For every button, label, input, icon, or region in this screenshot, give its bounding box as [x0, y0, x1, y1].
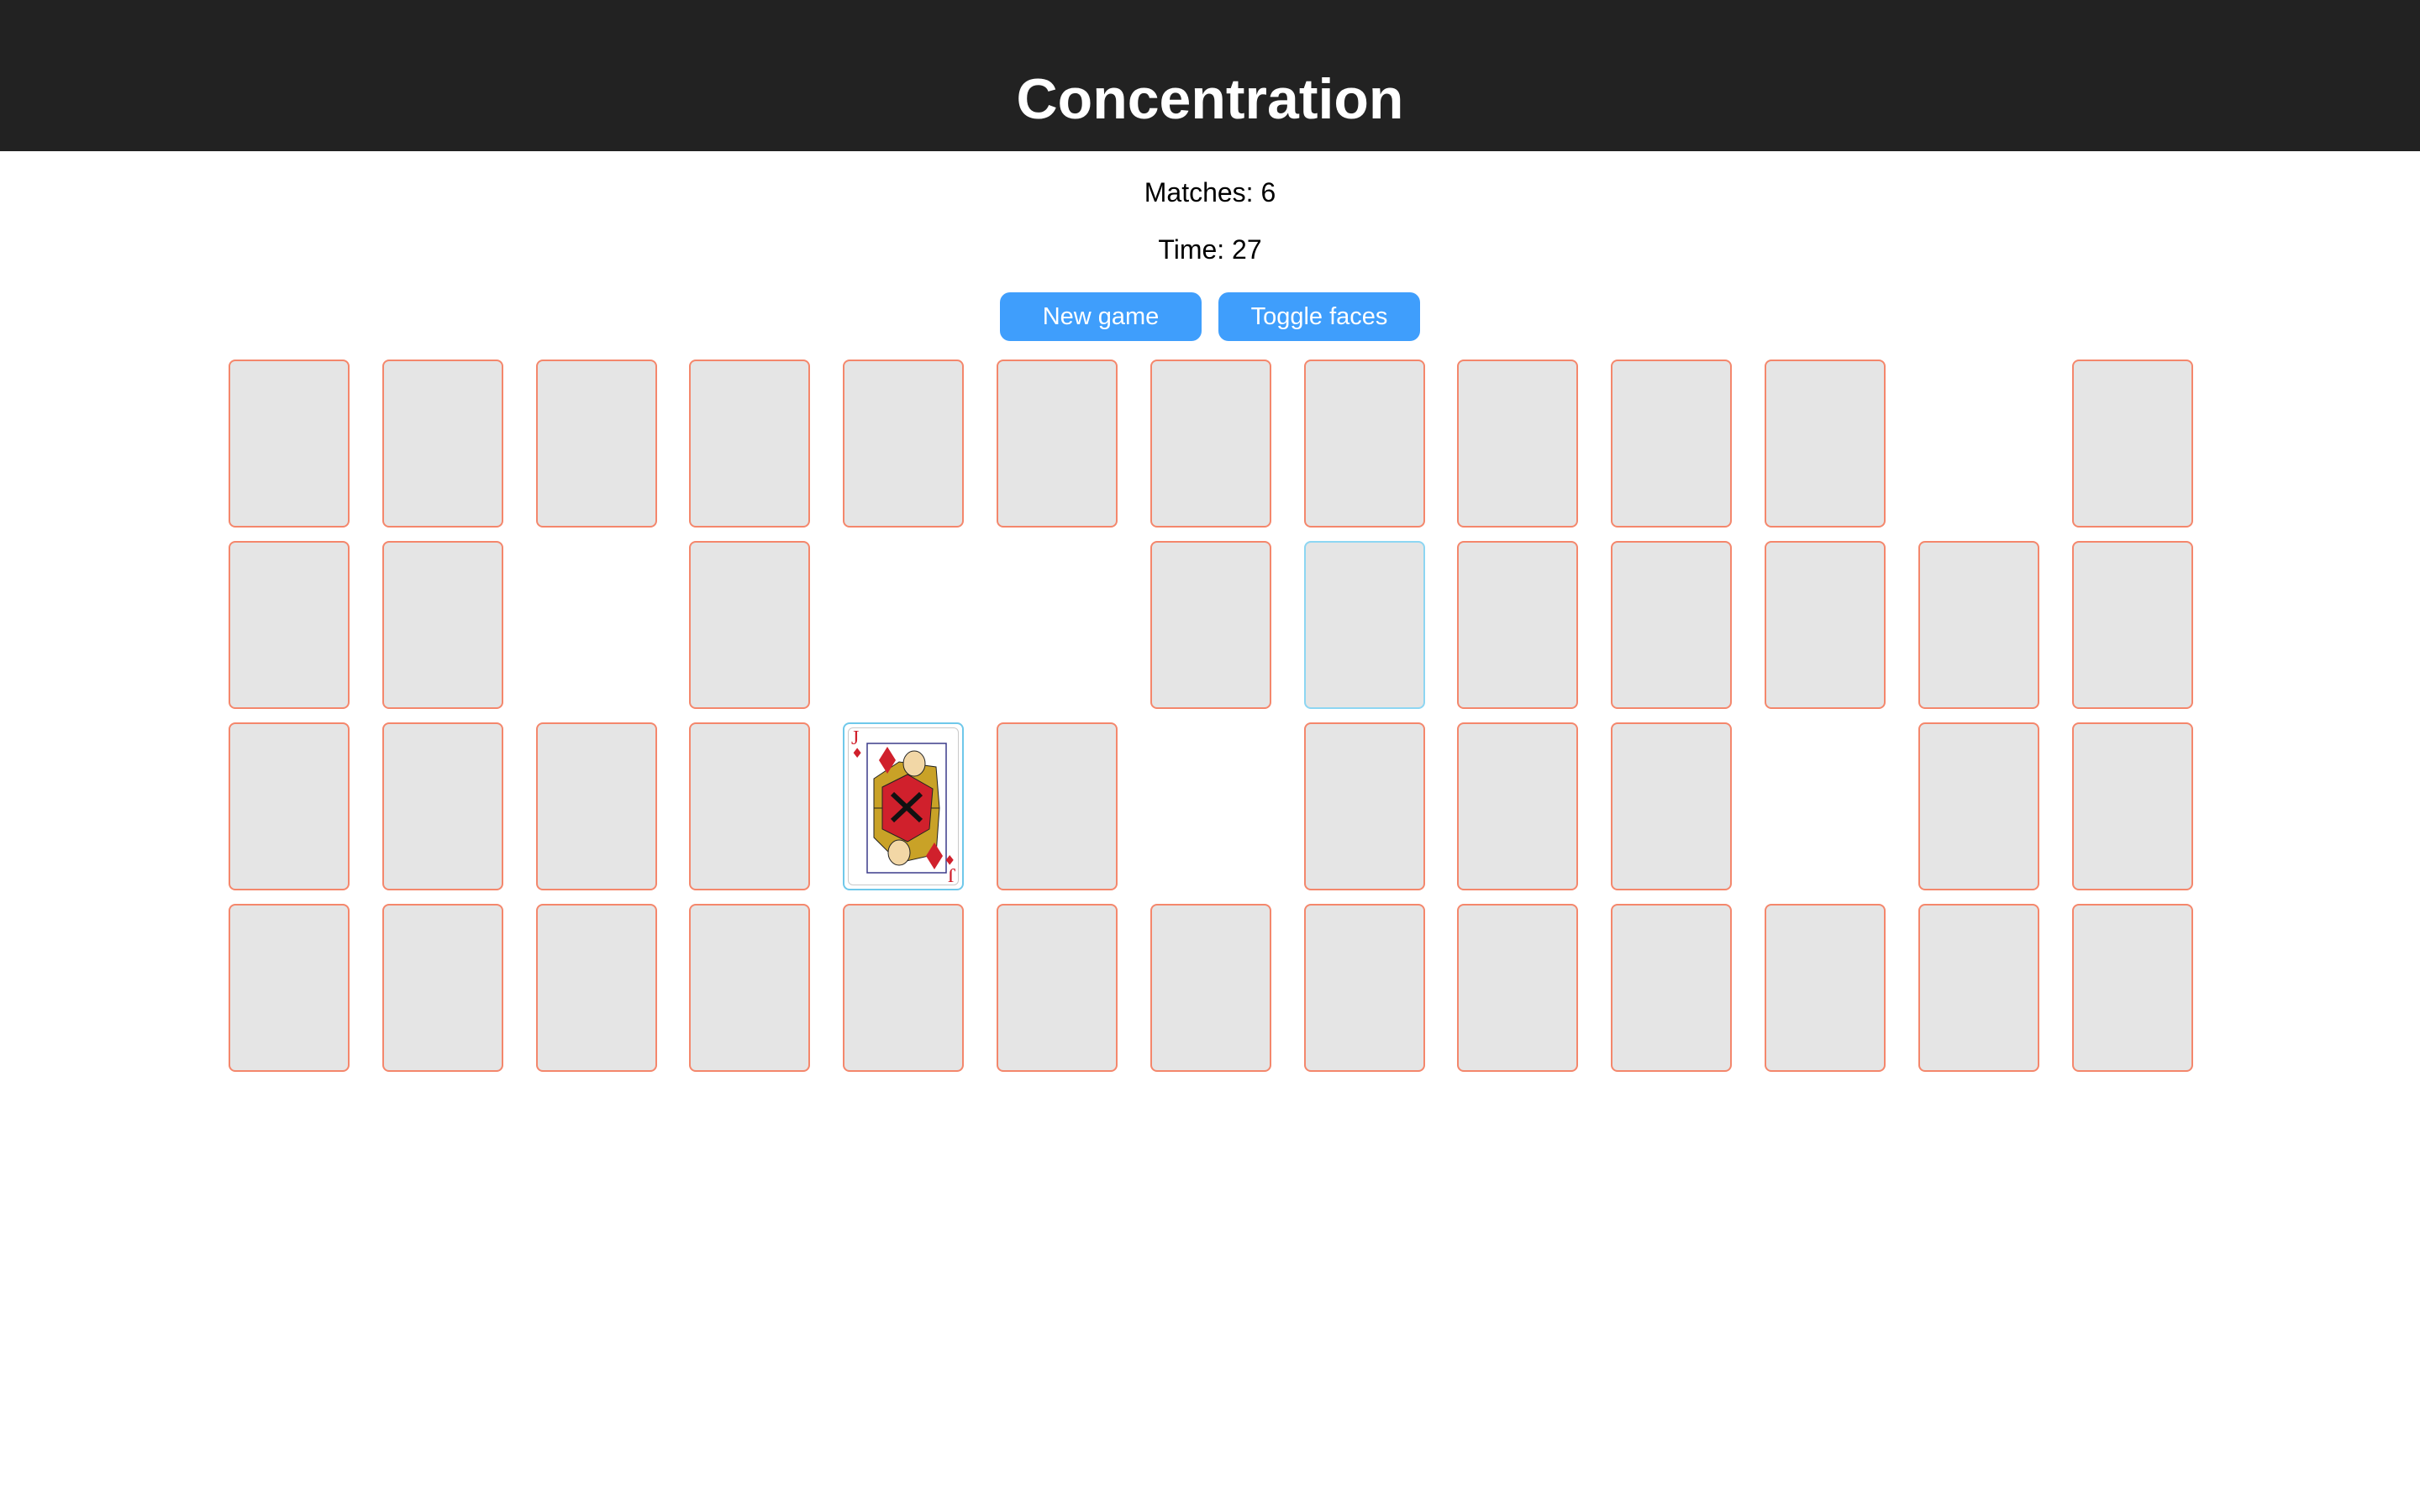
card-face-down[interactable] — [689, 360, 810, 528]
card-face-down[interactable] — [1611, 541, 1732, 709]
card-face-up[interactable]: J ♦ J ♦ — [843, 722, 964, 890]
card-face-down[interactable] — [1611, 722, 1732, 890]
card-face-down[interactable] — [689, 722, 810, 890]
card-face-down[interactable] — [229, 360, 350, 528]
card-face-down[interactable] — [536, 904, 657, 1072]
card-face-down[interactable] — [689, 904, 810, 1072]
card-face-down[interactable] — [1611, 360, 1732, 528]
card-face-down[interactable] — [997, 904, 1118, 1072]
card-face-down[interactable] — [1457, 541, 1578, 709]
card-face-down[interactable] — [1918, 904, 2039, 1072]
card-face-down[interactable] — [2072, 904, 2193, 1072]
page-title: Concentration — [1016, 67, 1404, 131]
card-face-down[interactable] — [382, 904, 503, 1072]
card-face-down[interactable] — [1304, 722, 1425, 890]
card-face-down[interactable] — [536, 360, 657, 528]
card-face-down[interactable] — [843, 360, 964, 528]
card-face-down[interactable] — [1150, 904, 1271, 1072]
card-face-down[interactable] — [1457, 904, 1578, 1072]
card-face-down[interactable] — [1150, 360, 1271, 528]
card-face-down[interactable] — [1457, 722, 1578, 890]
card-face: J ♦ J ♦ — [848, 727, 959, 885]
card-face-down[interactable] — [1918, 722, 2039, 890]
card-face-down[interactable] — [997, 722, 1118, 890]
card-face-down[interactable] — [2072, 722, 2193, 890]
card-suit-top: ♦ — [851, 745, 864, 761]
card-face-down[interactable] — [382, 722, 503, 890]
card-face-down[interactable] — [1611, 904, 1732, 1072]
card-face-down[interactable] — [2072, 541, 2193, 709]
card-face-down[interactable] — [1918, 541, 2039, 709]
matches-counter: Matches: 6 — [1144, 177, 1276, 207]
card-face-down[interactable] — [2072, 360, 2193, 528]
card-face-down[interactable] — [1304, 904, 1425, 1072]
card-face-down[interactable] — [1765, 360, 1886, 528]
card-face-down[interactable] — [1150, 541, 1271, 709]
card-face-down[interactable] — [843, 904, 964, 1072]
time-counter: Time: 27 — [1158, 234, 1262, 265]
card-face-down[interactable] — [229, 722, 350, 890]
card-face-down[interactable] — [1457, 360, 1578, 528]
new-game-button[interactable]: New game — [1000, 292, 1202, 341]
card-face-down[interactable] — [1304, 360, 1425, 528]
card-face-down[interactable] — [382, 541, 503, 709]
card-face-down[interactable] — [229, 904, 350, 1072]
toggle-faces-button[interactable]: Toggle faces — [1218, 292, 1420, 341]
card-suit-bottom: ♦ — [943, 852, 955, 868]
card-face-down[interactable] — [536, 722, 657, 890]
card-face-down[interactable] — [1765, 904, 1886, 1072]
card-selected[interactable] — [1304, 541, 1425, 709]
card-face-down[interactable] — [382, 360, 503, 528]
card-face-down[interactable] — [997, 360, 1118, 528]
card-face-down[interactable] — [1765, 541, 1886, 709]
card-face-down[interactable] — [229, 541, 350, 709]
card-face-down[interactable] — [689, 541, 810, 709]
header-bar: Concentration — [0, 0, 2420, 151]
